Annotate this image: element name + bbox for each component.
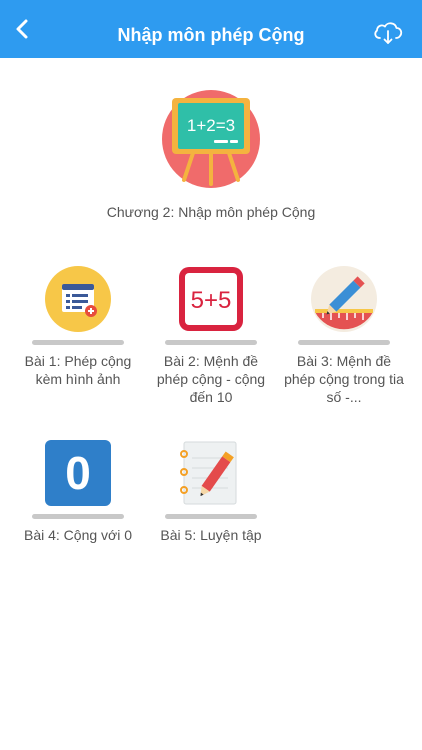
cloud-download-icon[interactable]	[372, 18, 404, 46]
notebook-pencil-icon	[180, 441, 237, 505]
board-text: 1+2=3	[187, 116, 235, 135]
lesson-label: Bài 5: Luyện tập	[160, 527, 262, 543]
lesson-label: Bài 2: Mệnh đề phép cộng - cộng đến 10	[156, 353, 266, 405]
top-navbar: Nhập môn phép Cộng	[0, 0, 422, 58]
lesson-item-2[interactable]: 5+5 Bài 2: Mệnh đề phép cộng - cộng đến …	[151, 266, 271, 416]
chalkboard-icon: 1+2=3	[162, 90, 260, 188]
lesson-item-3[interactable]: Bài 3: Mệnh đề phép cộng trong tia số -.…	[284, 266, 404, 416]
icon-text: 5+5	[191, 287, 232, 314]
five-plus-five-icon: 5+5	[179, 267, 243, 331]
lesson-item-5[interactable]: Bài 5: Luyện tập	[151, 440, 271, 570]
lesson-progress-bar	[165, 340, 257, 345]
lesson-item-1[interactable]: Bài 1: Phép cộng kèm hình ảnh	[18, 266, 138, 416]
lesson-progress-bar	[32, 340, 124, 345]
icon-text: 0	[65, 447, 91, 499]
lesson-label: Bài 1: Phép cộng kèm hình ảnh	[24, 353, 132, 387]
zero-icon: 0	[45, 440, 111, 506]
pencil-ruler-icon	[311, 266, 377, 332]
chapter-title: Chương 2: Nhập môn phép Cộng	[106, 204, 316, 220]
lesson-progress-bar	[298, 340, 390, 345]
chevron-left-icon[interactable]	[8, 14, 38, 44]
lesson-item-4[interactable]: 0 Bài 4: Cộng với 0	[18, 440, 138, 570]
page-title: Nhập môn phép Cộng	[117, 25, 305, 45]
image-list-icon	[45, 266, 111, 332]
lesson-label: Bài 3: Mệnh đề phép cộng trong tia số -.…	[284, 353, 404, 405]
lesson-progress-bar	[32, 514, 124, 519]
lesson-progress-bar	[165, 514, 257, 519]
lesson-label: Bài 4: Cộng với 0	[23, 527, 132, 543]
